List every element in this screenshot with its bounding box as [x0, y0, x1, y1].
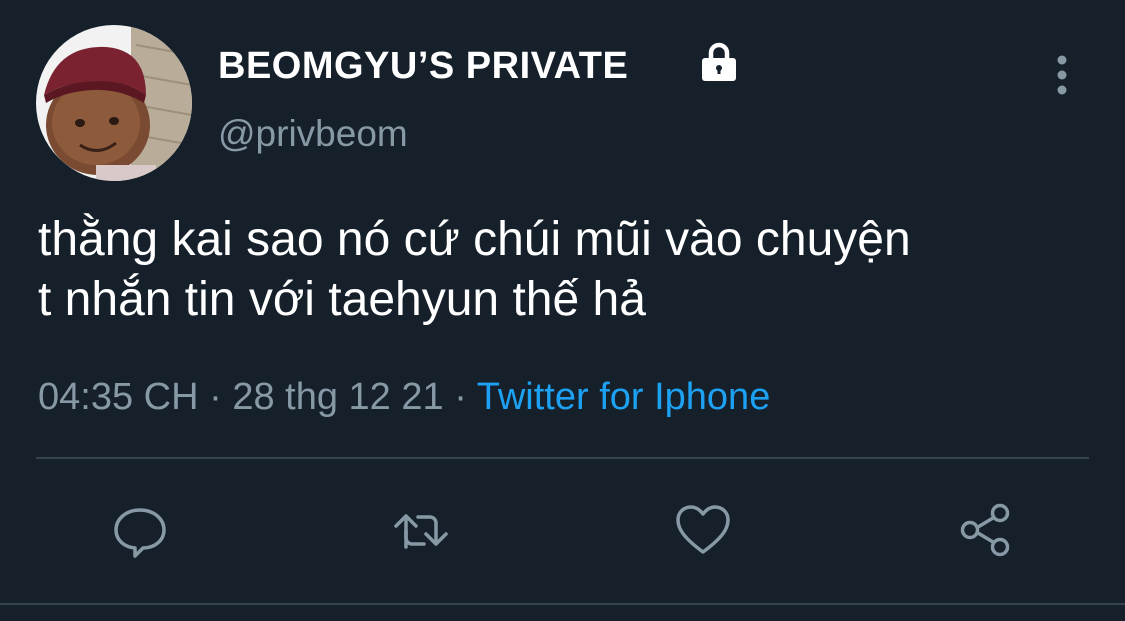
tweet-source[interactable]: Twitter for Iphone — [477, 376, 771, 418]
profile-photo — [36, 25, 192, 181]
tweet-text: thằng kai sao nó cứ chúi mũi vào chuyện … — [38, 213, 911, 326]
tweet-date[interactable]: 28 thg 12 21 — [232, 376, 443, 418]
meta-separator: · — [209, 376, 222, 418]
like-button[interactable] — [668, 495, 738, 565]
retweet-icon — [394, 514, 448, 549]
display-name[interactable]: BEOMGYU’S PRIVATE — [218, 44, 628, 88]
avatar[interactable] — [36, 25, 192, 181]
lock-icon — [698, 40, 740, 82]
bottom-divider — [0, 603, 1125, 605]
retweet-button[interactable] — [386, 495, 456, 565]
reply-button[interactable] — [105, 495, 175, 565]
tweet-time[interactable]: 04:35 CH — [38, 376, 199, 418]
share-button[interactable] — [950, 495, 1020, 565]
tweet-card: BEOMGYU’S PRIVATE @privbeom thằng kai sa… — [0, 0, 1125, 621]
divider — [36, 457, 1089, 459]
tweet-meta: 04:35 CH · 28 thg 12 21 · Twitter for Ip… — [38, 374, 770, 420]
more-options-icon[interactable] — [1048, 54, 1076, 96]
meta-separator: · — [454, 376, 467, 418]
action-bar — [0, 495, 1125, 565]
share-icon — [960, 503, 1010, 557]
reply-icon — [114, 508, 166, 558]
user-handle[interactable]: @privbeom — [218, 112, 408, 156]
like-icon — [676, 505, 730, 554]
